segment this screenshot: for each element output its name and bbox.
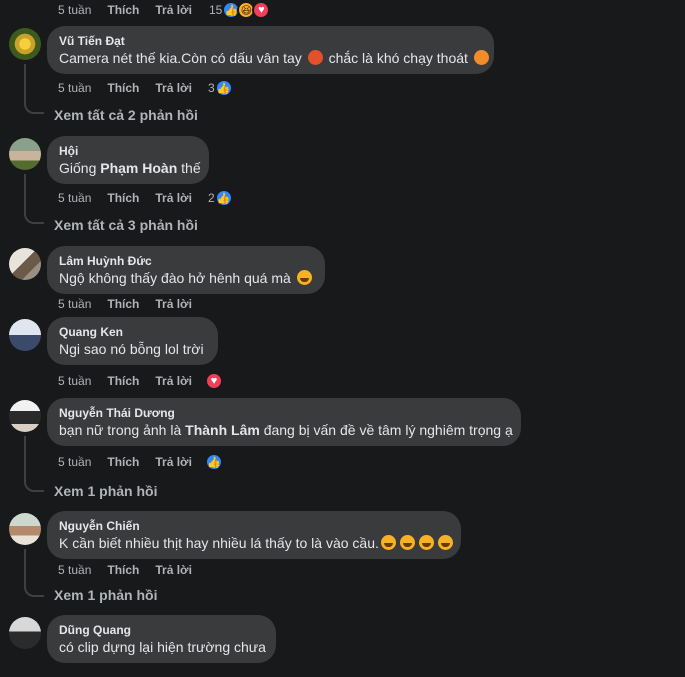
- reply-link[interactable]: Trả lời: [155, 455, 192, 469]
- thread-line: [24, 64, 26, 104]
- comment-actions: 5 tuần Thích Trả lời: [58, 455, 208, 469]
- comment-actions: 5 tuần Thích Trả lời: [58, 191, 208, 205]
- love-reaction-icon: ♥: [252, 1, 271, 19]
- comment-time[interactable]: 5 tuần: [58, 3, 91, 17]
- reply-link[interactable]: Trả lời: [155, 81, 192, 95]
- comment-text: Ngi sao nó bỗng lol trời: [59, 341, 204, 357]
- comment-text: Camera nét thế kia.Còn có dấu vân tay ch…: [59, 49, 489, 68]
- view-replies-link[interactable]: Xem tất cả 3 phản hồi: [54, 217, 198, 233]
- thread-curve: [24, 104, 44, 114]
- reply-link[interactable]: Trả lời: [155, 374, 192, 388]
- avatar[interactable]: [9, 617, 41, 649]
- like-link[interactable]: Thích: [107, 191, 139, 205]
- reaction-count: 15: [209, 3, 223, 17]
- avatar[interactable]: [9, 248, 41, 280]
- reaction-count: 2: [208, 191, 215, 205]
- view-replies-link[interactable]: Xem tất cả 2 phản hồi: [54, 107, 198, 123]
- like-link[interactable]: Thích: [107, 81, 139, 95]
- mentioned-user-link[interactable]: Thành Lâm: [185, 422, 260, 438]
- hot-face-emoji-icon: [473, 50, 489, 65]
- comment-text: Giống Phạm Hoàn thế: [59, 160, 201, 176]
- like-link[interactable]: Thích: [107, 297, 139, 311]
- comment-time[interactable]: 5 tuần: [58, 297, 91, 311]
- commenter-name[interactable]: Nguyễn Thái Dương: [59, 406, 509, 421]
- thread-curve: [24, 214, 44, 224]
- comment-time[interactable]: 5 tuần: [58, 191, 91, 205]
- commenter-name[interactable]: Hội: [59, 144, 197, 159]
- like-link[interactable]: Thích: [107, 3, 139, 17]
- comment-bubble: Lâm Huỳnh Đức Ngộ không thấy đào hở hênh…: [47, 246, 325, 294]
- reaction-summary[interactable]: 👍: [205, 453, 223, 471]
- comment-time[interactable]: 5 tuần: [58, 563, 91, 577]
- comment-time[interactable]: 5 tuần: [58, 374, 91, 388]
- like-reaction-icon: 👍: [214, 79, 233, 97]
- like-reaction-icon: 👍: [214, 189, 233, 207]
- comment-bubble: Hội Giống Phạm Hoàn thế: [47, 136, 209, 184]
- comment-text: bạn nữ trong ảnh là Thành Lâm đang bị vấ…: [59, 422, 513, 438]
- reply-link[interactable]: Trả lời: [155, 297, 192, 311]
- reply-link[interactable]: Trả lời: [155, 191, 192, 205]
- like-link[interactable]: Thích: [107, 563, 139, 577]
- comment-time[interactable]: 5 tuần: [58, 455, 91, 469]
- comment-bubble: Dũng Quang có clip dựng lại hiện trường …: [47, 615, 276, 663]
- comment-actions: 5 tuần Thích Trả lời: [58, 297, 208, 311]
- comment-text: K cần biết nhiều thịt hay nhiều lá thấy …: [59, 534, 453, 553]
- thread-curve: [24, 587, 44, 597]
- view-replies-link[interactable]: Xem 1 phản hồi: [54, 483, 157, 499]
- comment-bubble: Nguyễn Thái Dương bạn nữ trong ảnh là Th…: [47, 398, 521, 446]
- thread-line: [24, 549, 26, 587]
- avatar[interactable]: [9, 319, 41, 351]
- view-replies-link[interactable]: Xem 1 phản hồi: [54, 587, 157, 603]
- like-link[interactable]: Thích: [107, 374, 139, 388]
- commenter-name[interactable]: Dũng Quang: [59, 623, 264, 638]
- laughing-emoji-icon: [399, 535, 415, 550]
- mentioned-user-link[interactable]: Phạm Hoàn: [100, 160, 177, 176]
- laughing-emoji-icon: [418, 535, 434, 550]
- comment-text: có clip dựng lại hiện trường chưa: [59, 639, 266, 655]
- like-link[interactable]: Thích: [107, 455, 139, 469]
- reply-link[interactable]: Trả lời: [155, 3, 192, 17]
- comment-actions: 5 tuần Thích Trả lời: [58, 3, 208, 17]
- avatar[interactable]: [9, 400, 41, 432]
- laughing-emoji-icon: [296, 270, 312, 285]
- reaction-count: 3: [208, 81, 215, 95]
- thread-line: [24, 436, 26, 482]
- commenter-name[interactable]: Lâm Huỳnh Đức: [59, 254, 313, 269]
- avatar[interactable]: [9, 138, 41, 170]
- thread-curve: [24, 482, 44, 492]
- comment-actions: 5 tuần Thích Trả lời: [58, 81, 208, 95]
- comment-bubble: Vũ Tiến Đạt Camera nét thế kia.Còn có dấ…: [47, 26, 494, 74]
- commenter-name[interactable]: Quang Ken: [59, 325, 206, 340]
- reaction-summary[interactable]: ♥: [205, 372, 223, 390]
- commenter-name[interactable]: Nguyễn Chiến: [59, 519, 449, 534]
- thread-line: [24, 174, 26, 214]
- like-reaction-icon: 👍: [205, 453, 223, 471]
- laughing-emoji-icon: [437, 535, 453, 550]
- comment-text: Ngộ không thấy đào hở hênh quá mà: [59, 269, 313, 288]
- comment-bubble: Nguyễn Chiến K cần biết nhiều thịt hay n…: [47, 511, 461, 559]
- avatar[interactable]: [9, 28, 41, 60]
- reaction-summary[interactable]: 15 👍 😆 ♥: [209, 1, 271, 19]
- comment-actions: 5 tuần Thích Trả lời: [58, 374, 208, 388]
- comment-actions: 5 tuần Thích Trả lời: [58, 563, 208, 577]
- commenter-name[interactable]: Vũ Tiến Đạt: [59, 34, 482, 49]
- comment-bubble: Quang Ken Ngi sao nó bỗng lol trời: [47, 317, 218, 365]
- love-reaction-icon: ♥: [205, 372, 223, 390]
- reaction-summary[interactable]: 3 👍: [208, 79, 233, 97]
- reply-link[interactable]: Trả lời: [155, 563, 192, 577]
- laughing-emoji-icon: [380, 535, 396, 550]
- reaction-summary[interactable]: 2 👍: [208, 189, 233, 207]
- angry-emoji-icon: [307, 50, 323, 65]
- comment-time[interactable]: 5 tuần: [58, 81, 91, 95]
- avatar[interactable]: [9, 513, 41, 545]
